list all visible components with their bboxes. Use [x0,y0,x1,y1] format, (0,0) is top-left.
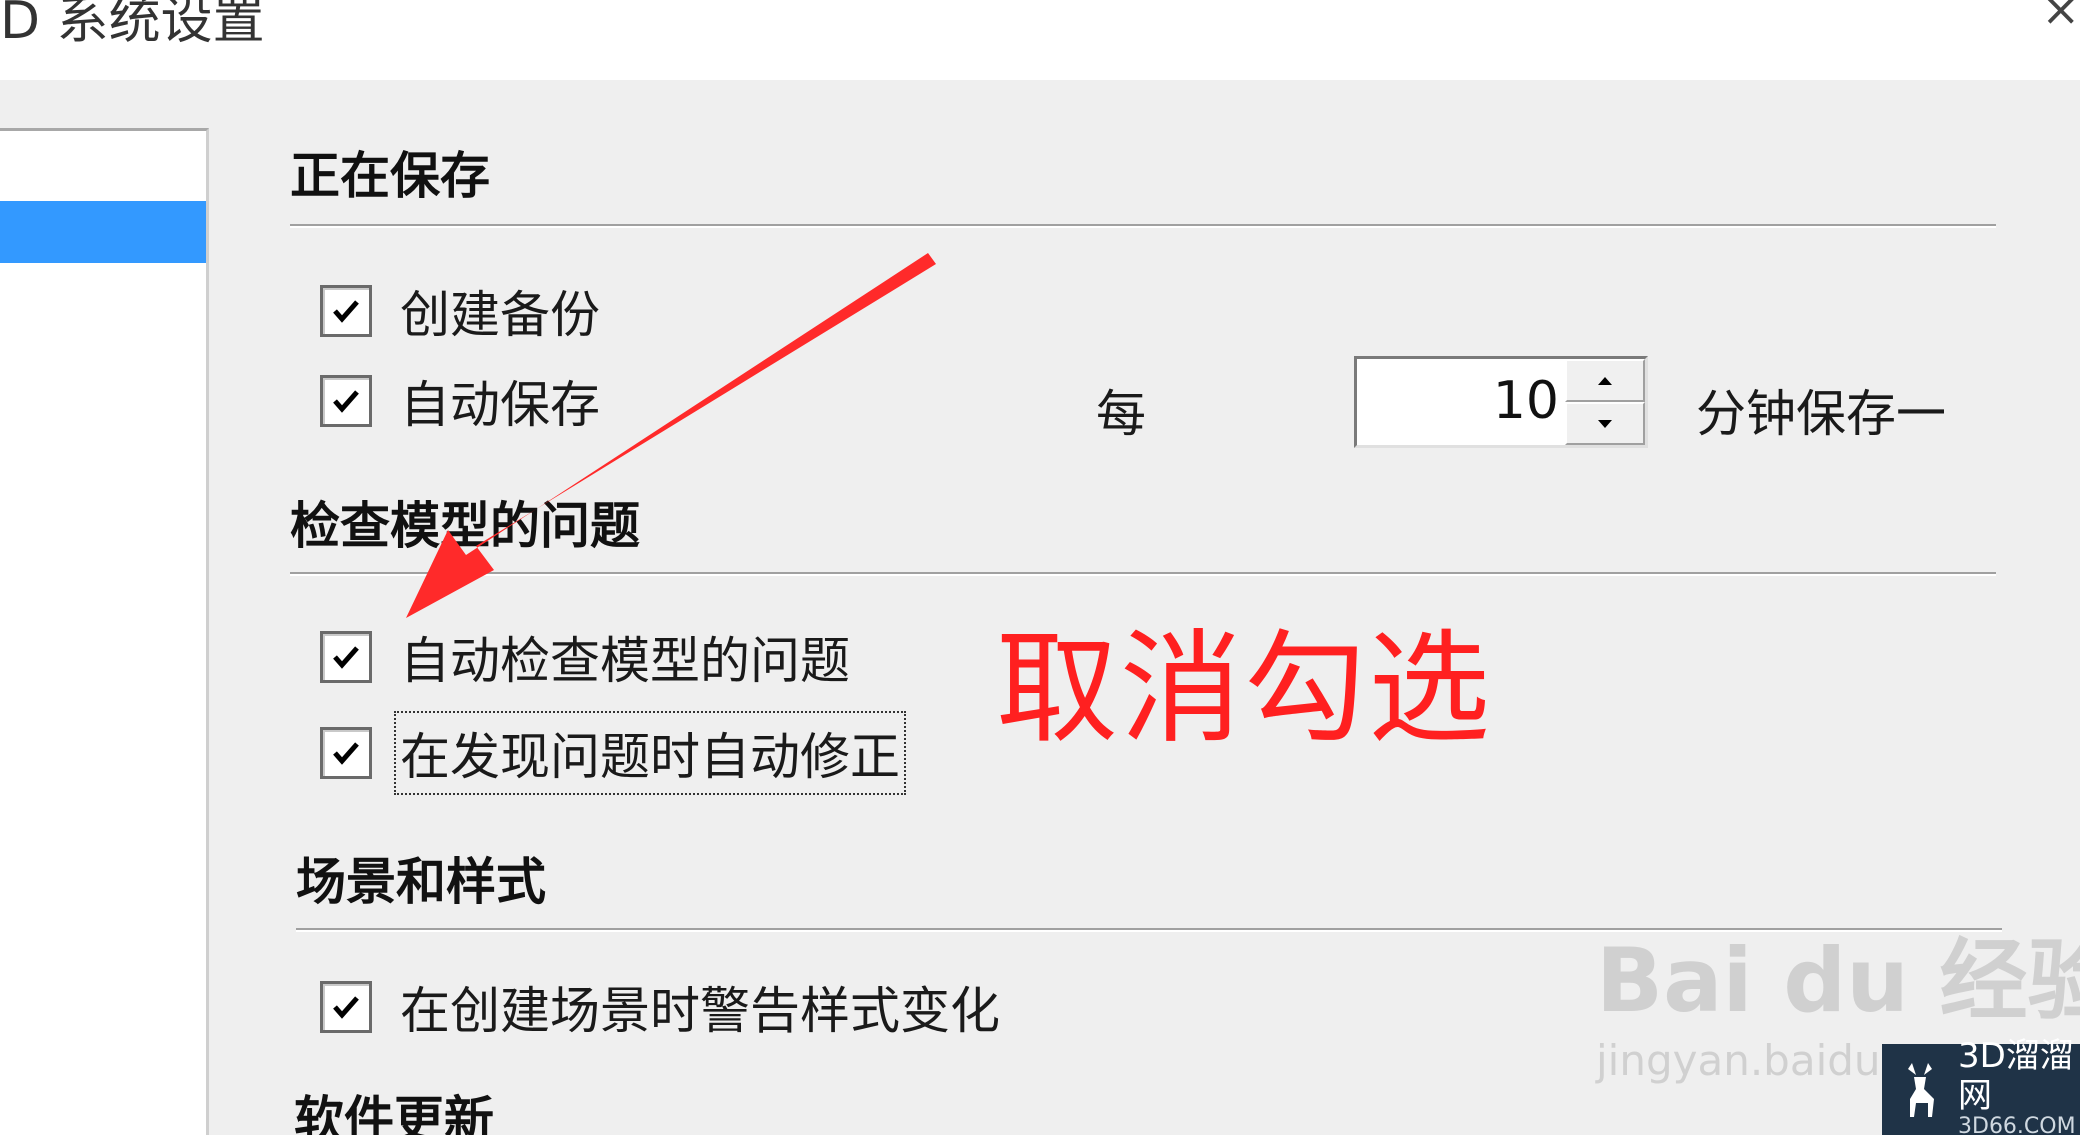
checkmark-icon [333,996,359,1019]
annotation-text: 取消勾选 [996,618,1492,760]
auto-save-checkbox[interactable] [320,375,372,427]
auto-check-checkbox[interactable] [320,631,372,683]
logo-text-cn: 3D溜溜网 [1958,1035,2074,1116]
warn-style-checkbox[interactable] [320,981,372,1033]
category-list[interactable] [0,128,209,1135]
window-title: D 系统设置 [0,0,265,51]
create-backup-checkbox[interactable] [320,285,372,337]
minutes-label: 分钟保存一 [1696,385,1946,443]
checkmark-icon [333,300,359,323]
section-separator [290,572,1996,576]
auto-save-row[interactable]: 自动保存 [320,366,600,436]
site-logo: 3D溜溜网 3D66.COM [1882,1036,2080,1135]
autosave-interval-value[interactable]: 10 [1493,371,1559,431]
create-backup-row[interactable]: 创建备份 [320,276,600,346]
baidu-watermark: Bai du 经验 [1596,929,2080,1032]
spinner-up-button[interactable] [1565,359,1645,402]
spinner-down-button[interactable] [1565,402,1645,445]
every-label: 每 [1096,385,1146,443]
checkmark-icon [333,646,359,669]
section-title-model-check: 检查模型的问题 [290,497,640,555]
close-icon[interactable]: × [2041,0,2080,36]
checkmark-icon [333,742,359,765]
auto-save-label: 自动保存 [400,376,600,434]
warn-style-label: 在创建场景时警告样式变化 [400,982,1000,1040]
triangle-down-icon [1598,419,1612,428]
auto-check-label: 自动检查模型的问题 [400,632,850,690]
section-title-scenes-styles: 场景和样式 [296,853,546,911]
checkmark-icon [333,390,359,413]
autosave-interval-spinner[interactable]: 10 [1354,356,1648,448]
section-title-software-update: 软件更新 [294,1091,494,1135]
triangle-up-icon [1598,376,1612,385]
auto-fix-checkbox[interactable] [320,727,372,779]
section-title-saving: 正在保存 [290,147,490,205]
deer-icon [1908,1062,1934,1117]
auto-fix-row[interactable]: 在发现问题时自动修正 [320,711,906,795]
warn-style-row[interactable]: 在创建场景时警告样式变化 [320,972,1000,1042]
create-backup-label: 创建备份 [400,286,600,344]
auto-fix-label: 在发现问题时自动修正 [394,711,906,795]
logo-text-en: 3D66.COM [1958,1113,2076,1135]
title-bar: D 系统设置 × [0,0,2080,80]
category-list-selected-item[interactable] [0,201,206,263]
baidu-watermark-url: jingyan.baidu [1596,1036,1881,1085]
spinner-buttons [1565,359,1645,445]
section-separator [290,224,1996,228]
auto-check-row[interactable]: 自动检查模型的问题 [320,622,850,692]
